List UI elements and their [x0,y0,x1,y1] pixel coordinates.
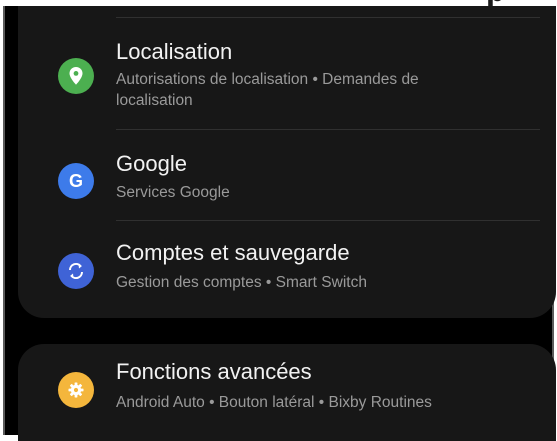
item-title: Localisation [116,39,233,64]
item-subtitle: Autorisations de localisation • Demandes… [116,71,419,109]
gear-icon [58,372,94,408]
settings-item-location[interactable]: Localisation Autorisations de localisati… [18,36,557,128]
settings-card: Fonctions avancées Android Auto • Bouton… [18,344,556,441]
item-title: Google [116,151,187,176]
settings-item-accounts[interactable]: Comptes et sauvegarde Gestion des compte… [18,236,557,312]
item-subtitle: Gestion des comptes • Smart Switch [116,274,367,291]
divider [116,220,540,221]
divider [116,17,540,18]
phone-screen: Localisation Autorisations de localisati… [3,6,556,441]
location-pin-icon [58,58,94,94]
item-title: Fonctions avancées [116,359,312,384]
svg-text:G: G [69,171,83,191]
item-subtitle: Android Auto • Bouton latéral • Bixby Ro… [116,394,432,411]
settings-item-google[interactable]: G Google Services Google [18,146,557,224]
google-g-icon: G [58,163,94,199]
divider [116,129,540,130]
item-title: Comptes et sauvegarde [116,240,350,265]
settings-card: Localisation Autorisations de localisati… [18,6,556,318]
settings-item-advanced-features[interactable]: Fonctions avancées Android Auto • Bouton… [18,356,557,432]
item-subtitle: Services Google [116,184,230,201]
sync-icon [58,253,94,289]
